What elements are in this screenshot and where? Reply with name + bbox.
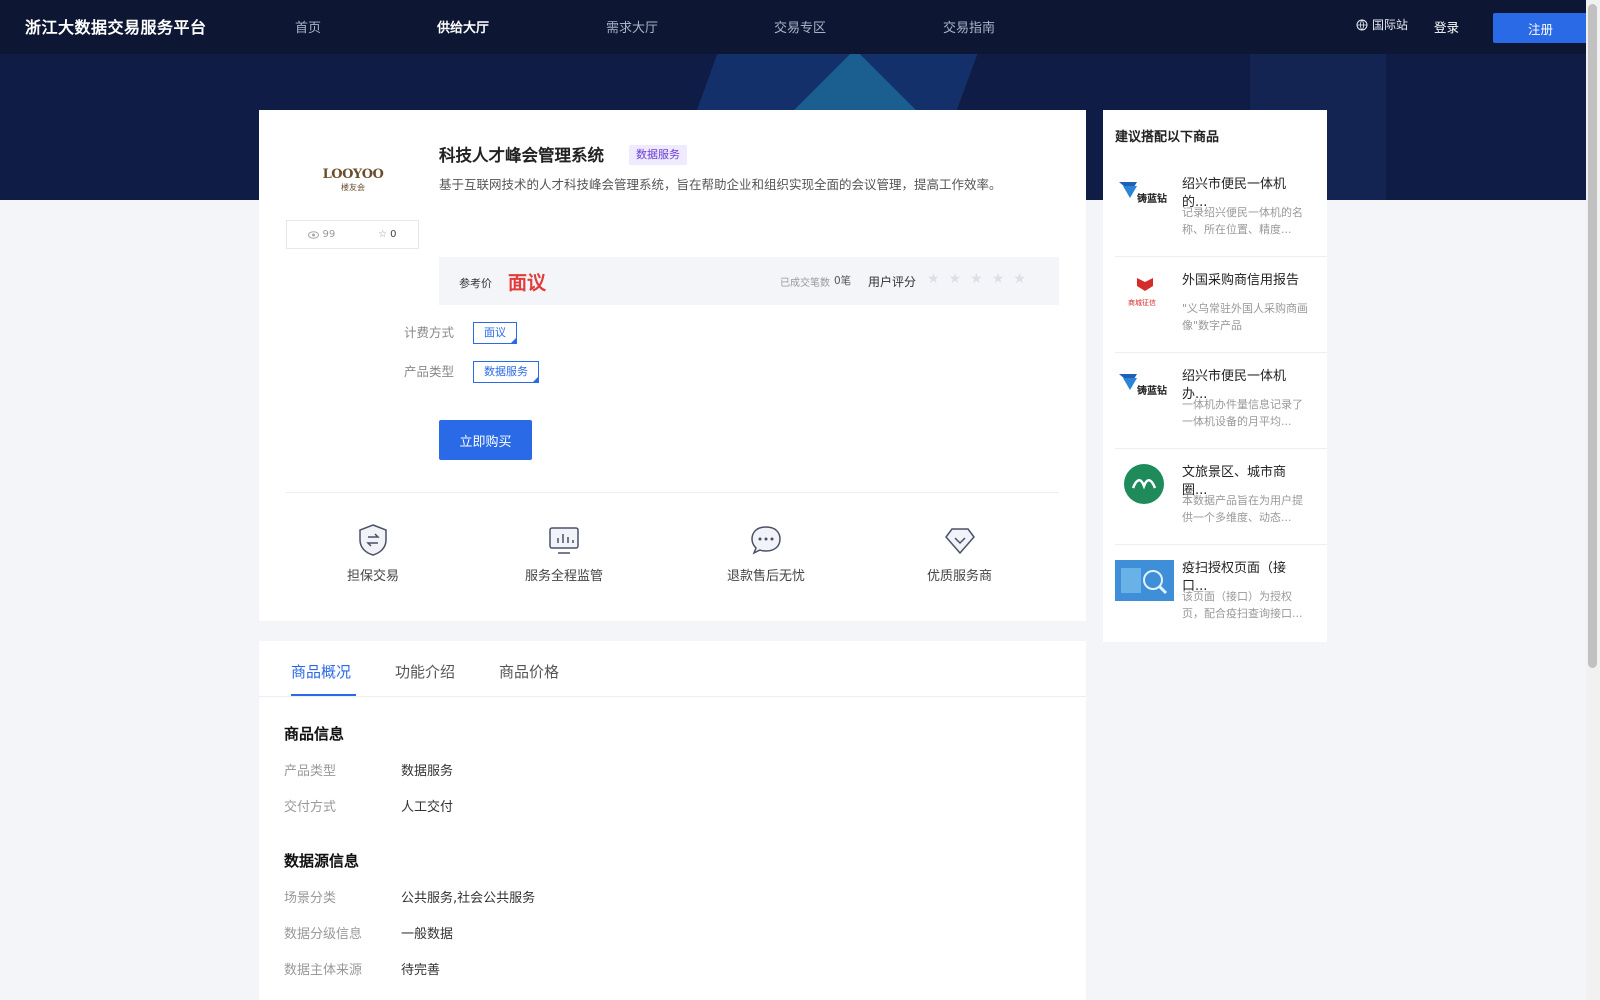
rec-desc: 一体机办件量信息记录了一体机设备的月平均... — [1182, 398, 1303, 428]
source-label: 场景分类 — [284, 891, 337, 906]
rec-desc: 该页面（接口）为授权页，配合疫扫查询接口... — [1182, 590, 1303, 620]
type-label: 产品类型 — [404, 364, 455, 379]
source-value: 一般数据 — [401, 927, 454, 942]
chat-bubble-icon — [751, 526, 781, 555]
source-value: 公共服务,社会公共服务 — [401, 891, 536, 906]
feature-full-supervision: 服务全程监管 — [525, 522, 603, 584]
rec-desc: 记录绍兴便民一体机的名称、所在位置、精度... — [1182, 206, 1303, 236]
product-stats: 99 ☆ 0 — [286, 220, 419, 249]
rec-divider — [1115, 256, 1327, 257]
rec-thumb-text: 铸蓝钻 — [1137, 384, 1167, 397]
product-category-tag: 数据服务 — [629, 145, 687, 165]
nav-trade-zone[interactable]: 交易专区 — [774, 17, 826, 36]
rec-thumb-diamond-logo: 铸蓝钻 — [1115, 368, 1174, 409]
tabs-divider — [259, 696, 1086, 697]
source-label: 数据主体来源 — [284, 963, 363, 978]
rating-label: 用户评分 — [868, 275, 917, 289]
star-icon: ★ — [927, 271, 940, 287]
views-stat: 99 — [308, 229, 335, 240]
feature-label: 担保交易 — [347, 569, 400, 584]
billing-label: 计费方式 — [404, 325, 455, 340]
details-card — [259, 641, 1086, 1000]
deals-label: 已成交笔数 — [780, 278, 830, 289]
star-icon: ★ — [970, 271, 983, 287]
info-value: 数据服务 — [401, 764, 454, 779]
product-description: 基于互联网技术的人才科技峰会管理系统，旨在帮助企业和组织实现全面的会议管理，提高… — [439, 177, 1002, 192]
monitor-chart-icon — [549, 527, 579, 554]
intl-site-label: 国际站 — [1372, 18, 1409, 32]
deals-value: 0笔 — [834, 275, 852, 287]
rec-item[interactable]: 文旅景区、城市商圈... 本数据产品旨在为用户提供一个多维度、动态... — [1115, 464, 1315, 560]
info-value: 人工交付 — [401, 800, 454, 815]
info-label: 产品类型 — [284, 764, 337, 779]
source-label: 数据分级信息 — [284, 927, 363, 942]
nav-home[interactable]: 首页 — [295, 17, 321, 36]
register-button[interactable]: 注册 — [1493, 13, 1588, 43]
eye-icon — [308, 230, 320, 239]
price-label: 参考价 — [459, 277, 492, 290]
rec-thumb-scan-image — [1115, 560, 1174, 601]
rec-thumb-text: 铸蓝钻 — [1137, 192, 1167, 205]
logo-subtext: 楼友会 — [341, 183, 365, 192]
rec-thumb-text: 商城征信 — [1128, 298, 1156, 307]
star-outline-icon: ☆ — [378, 229, 388, 240]
source-info-title: 数据源信息 — [284, 852, 360, 870]
shield-exchange-icon — [359, 524, 387, 556]
product-info-title: 商品信息 — [284, 725, 345, 743]
active-tab-indicator — [291, 694, 356, 696]
intl-site-link[interactable]: 国际站 — [1356, 16, 1408, 33]
nav-trade-guide[interactable]: 交易指南 — [943, 17, 995, 36]
tab-features[interactable]: 功能介绍 — [395, 661, 455, 682]
product-title: 科技人才峰会管理系统 — [439, 146, 604, 165]
tab-pricing[interactable]: 商品价格 — [499, 661, 559, 682]
rating-stars: ★ ★ ★ ★ ★ — [927, 271, 1026, 287]
favorites-stat[interactable]: ☆ 0 — [378, 229, 396, 240]
recommendations-title: 建议搭配以下商品 — [1115, 130, 1220, 145]
rec-item[interactable]: 商城征信 外国采购商信用报告 "义乌常驻外国人采购商画像"数字产品 — [1115, 272, 1315, 368]
nav-supply-hall[interactable]: 供给大厅 — [437, 17, 489, 36]
rec-item[interactable]: 铸蓝钻 绍兴市便民一体机办... 一体机办件量信息记录了一体机设备的月平均... — [1115, 368, 1315, 464]
diamond-icon — [944, 528, 975, 555]
site-brand[interactable]: 浙江大数据交易服务平台 — [25, 14, 207, 38]
rec-item[interactable]: 疫扫授权页面（接口... 该页面（接口）为授权页，配合疫扫查询接口... — [1115, 560, 1315, 656]
star-icon: ★ — [948, 271, 962, 287]
scrollbar-thumb[interactable] — [1588, 4, 1597, 668]
feature-quality-provider: 优质服务商 — [927, 522, 992, 584]
rec-desc: 本数据产品旨在为用户提供一个多维度、动态... — [1182, 494, 1303, 524]
rec-divider — [1115, 544, 1327, 545]
feature-refund-worry-free: 退款售后无忧 — [727, 522, 805, 584]
logo-text: LOOYOO — [322, 167, 384, 182]
nav-demand-hall[interactable]: 需求大厅 — [606, 17, 658, 36]
feature-guaranteed-trade: 担保交易 — [347, 522, 399, 584]
star-icon: ★ — [991, 271, 1005, 287]
rec-thumb-diamond-logo: 铸蓝钻 — [1115, 176, 1174, 217]
rec-divider — [1115, 352, 1327, 353]
feature-label: 退款售后无忧 — [727, 569, 806, 584]
price-value: 面议 — [508, 272, 547, 294]
feature-label: 优质服务商 — [927, 569, 993, 584]
card-divider — [286, 492, 1059, 493]
globe-icon — [1356, 19, 1368, 30]
buy-now-button[interactable]: 立即购买 — [439, 420, 532, 460]
views-count: 99 — [322, 229, 336, 240]
login-link[interactable]: 登录 — [1434, 17, 1459, 36]
billing-option[interactable]: 面议 — [473, 322, 517, 344]
favorites-count: 0 — [390, 229, 397, 240]
rec-item[interactable]: 铸蓝钻 绍兴市便民一体机的... 记录绍兴便民一体机的名称、所在位置、精度... — [1115, 176, 1315, 272]
rec-desc: "义乌常驻外国人采购商画像"数字产品 — [1182, 302, 1309, 332]
type-option[interactable]: 数据服务 — [473, 361, 539, 383]
rec-divider — [1115, 448, 1327, 449]
rec-thumb-green-logo — [1115, 464, 1174, 505]
source-value: 待完善 — [401, 963, 441, 978]
rec-thumb-credit-logo: 商城征信 — [1115, 272, 1174, 313]
product-logo: LOOYOO 楼友会 — [289, 150, 417, 210]
tab-overview[interactable]: 商品概况 — [291, 661, 351, 682]
info-label: 交付方式 — [284, 800, 337, 815]
feature-label: 服务全程监管 — [525, 569, 604, 584]
star-icon: ★ — [1013, 271, 1026, 287]
